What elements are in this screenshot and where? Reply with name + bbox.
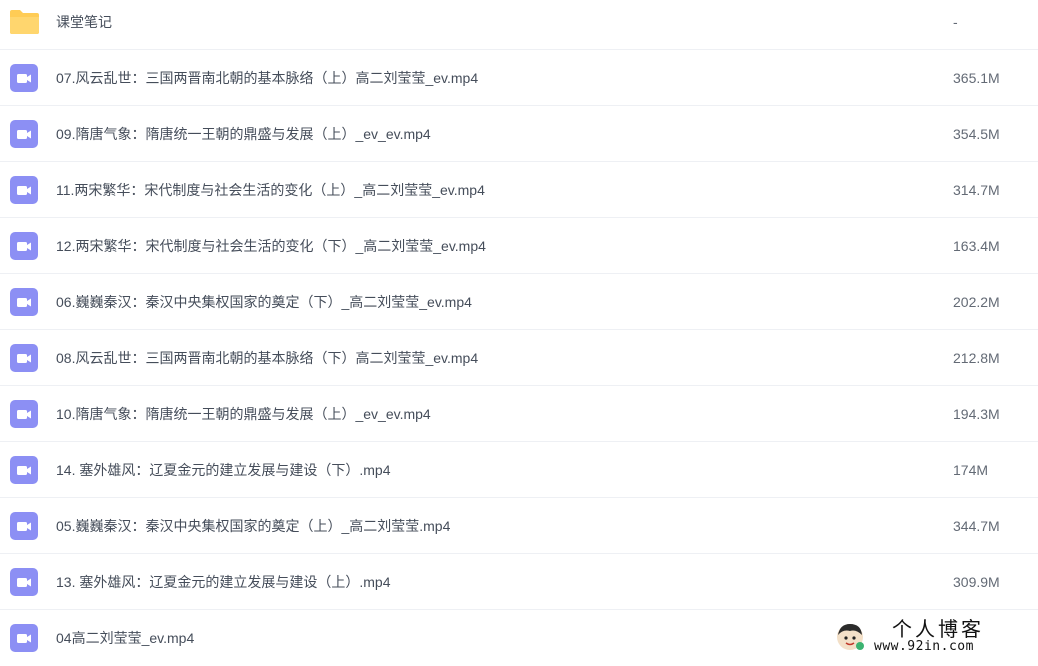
- file-size: -: [953, 14, 958, 30]
- file-size: 212.8M: [953, 350, 1000, 366]
- file-row[interactable]: 10.隋唐气象：隋唐统一王朝的鼎盛与发展（上）_ev_ev.mp4 194.3M: [0, 386, 1038, 442]
- file-name[interactable]: 11.两宋繁华：宋代制度与社会生活的变化（上）_高二刘莹莹_ev.mp4: [56, 162, 485, 218]
- file-list: 课堂笔记 - 07.风云乱世：三国两晋南北朝的基本脉络（上）高二刘莹莹_ev.m…: [0, 0, 1038, 666]
- file-name[interactable]: 05.巍巍秦汉：秦汉中央集权国家的奠定（上）_高二刘莹莹.mp4: [56, 498, 450, 554]
- avatar-icon: [837, 624, 864, 650]
- file-row[interactable]: 08.风云乱世：三国两晋南北朝的基本脉络（下）高二刘莹莹_ev.mp4 212.…: [0, 330, 1038, 386]
- video-file-icon: [10, 400, 38, 428]
- video-file-icon: [10, 232, 38, 260]
- file-row[interactable]: 07.风云乱世：三国两晋南北朝的基本脉络（上）高二刘莹莹_ev.mp4 365.…: [0, 50, 1038, 106]
- file-name[interactable]: 课堂笔记: [56, 0, 112, 50]
- file-size: 163.4M: [953, 238, 1000, 254]
- file-row[interactable]: 13. 塞外雄风：辽夏金元的建立发展与建设（上）.mp4 309.9M: [0, 554, 1038, 610]
- video-file-icon: [10, 176, 38, 204]
- file-row-folder[interactable]: 课堂笔记 -: [0, 0, 1038, 50]
- video-file-icon: [10, 512, 38, 540]
- video-file-icon: [10, 624, 38, 652]
- file-row[interactable]: 06.巍巍秦汉：秦汉中央集权国家的奠定（下）_高二刘莹莹_ev.mp4 202.…: [0, 274, 1038, 330]
- file-name[interactable]: 06.巍巍秦汉：秦汉中央集权国家的奠定（下）_高二刘莹莹_ev.mp4: [56, 274, 472, 330]
- file-row[interactable]: 05.巍巍秦汉：秦汉中央集权国家的奠定（上）_高二刘莹莹.mp4 344.7M: [0, 498, 1038, 554]
- file-size: 344.7M: [953, 518, 1000, 534]
- folder-icon: [10, 10, 39, 34]
- video-file-icon: [10, 120, 38, 148]
- file-row[interactable]: 12.两宋繁华：宋代制度与社会生活的变化（下）_高二刘莹莹_ev.mp4 163…: [0, 218, 1038, 274]
- watermark-url: www.92in.com: [874, 639, 974, 654]
- file-size: 174M: [953, 462, 989, 478]
- video-file-icon: [10, 344, 38, 372]
- file-name[interactable]: 14. 塞外雄风：辽夏金元的建立发展与建设（下）.mp4: [56, 442, 390, 498]
- file-name[interactable]: 13. 塞外雄风：辽夏金元的建立发展与建设（上）.mp4: [56, 554, 390, 610]
- file-name[interactable]: 08.风云乱世：三国两晋南北朝的基本脉络（下）高二刘莹莹_ev.mp4: [56, 330, 478, 386]
- file-name[interactable]: 10.隋唐气象：隋唐统一王朝的鼎盛与发展（上）_ev_ev.mp4: [56, 386, 431, 442]
- file-size: 365.1M: [953, 70, 1000, 86]
- file-row[interactable]: 11.两宋繁华：宋代制度与社会生活的变化（上）_高二刘莹莹_ev.mp4 314…: [0, 162, 1038, 218]
- file-size: 202.2M: [953, 294, 1000, 310]
- file-row[interactable]: 14. 塞外雄风：辽夏金元的建立发展与建设（下）.mp4 174M: [0, 442, 1038, 498]
- file-size: 194.3M: [953, 406, 1000, 422]
- file-size: 354.5M: [953, 126, 1000, 142]
- file-name[interactable]: 04高二刘莹莹_ev.mp4: [56, 610, 194, 666]
- file-size: 314.7M: [953, 182, 1000, 198]
- video-file-icon: [10, 288, 38, 316]
- watermark-title: 个人博客: [892, 617, 984, 641]
- file-name[interactable]: 07.风云乱世：三国两晋南北朝的基本脉络（上）高二刘莹莹_ev.mp4: [56, 50, 478, 106]
- file-size: 309.9M: [953, 574, 1000, 590]
- video-file-icon: [10, 64, 38, 92]
- file-name[interactable]: 12.两宋繁华：宋代制度与社会生活的变化（下）_高二刘莹莹_ev.mp4: [56, 218, 486, 274]
- video-file-icon: [10, 568, 38, 596]
- file-name[interactable]: 09.隋唐气象：隋唐统一王朝的鼎盛与发展（上）_ev_ev.mp4: [56, 106, 431, 162]
- video-file-icon: [10, 456, 38, 484]
- blog-watermark: 个人博客 www.92in.com: [834, 613, 1024, 657]
- file-row[interactable]: 09.隋唐气象：隋唐统一王朝的鼎盛与发展（上）_ev_ev.mp4 354.5M: [0, 106, 1038, 162]
